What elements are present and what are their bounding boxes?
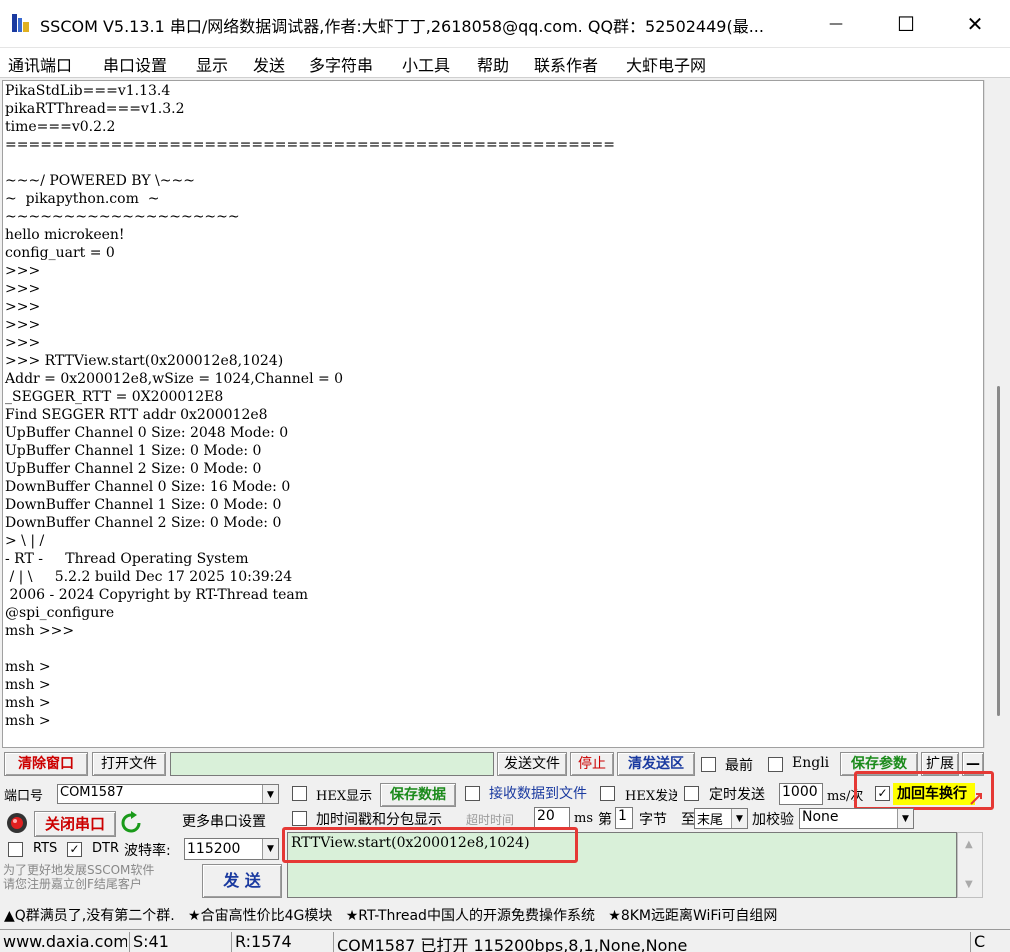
timeout-label: 超时时间 [466, 813, 515, 827]
hex-send-label: HEX发送 [625, 789, 677, 804]
topmost-label: 最前 [725, 758, 753, 774]
receive-area[interactable]: PikaStdLib===v1.13.4 pikaRTThread===v1.3… [2, 80, 984, 748]
interval-input[interactable]: 1000 [779, 783, 823, 805]
close-port-button[interactable]: 关闭串口 [34, 811, 116, 837]
menu-tools[interactable]: 小工具 [402, 52, 450, 76]
maximize-button[interactable]: ☐ [871, 0, 941, 48]
checksum-dropdown-icon[interactable]: ▼ [897, 809, 913, 828]
receive-scrollbar[interactable] [984, 80, 1010, 748]
save-params-button[interactable]: 保存参数 [840, 752, 918, 776]
refresh-icon[interactable] [119, 811, 143, 835]
port-status-icon [7, 813, 27, 833]
minimize-icon: — [829, 16, 843, 32]
window-title: SSCOM V5.13.1 串口/网络数据调试器,作者:大虾丁丁,2618058… [40, 17, 764, 36]
maximize-icon: ☐ [897, 12, 915, 36]
add-crlf-label: 加回车换行 [893, 783, 975, 805]
clear-send-area-button[interactable]: 清发送区 [617, 752, 695, 776]
port-dropdown-icon[interactable]: ▼ [262, 785, 278, 803]
english-checkbox[interactable] [768, 757, 783, 772]
baud-dropdown-icon[interactable]: ▼ [262, 839, 278, 859]
status-cts: C [970, 932, 1010, 952]
send-text: RTTView.start(0x200012e8,1024) [291, 835, 530, 851]
to-label: 至 [681, 812, 695, 828]
scroll-down-icon[interactable]: ▼ [965, 879, 973, 890]
menu-help[interactable]: 帮助 [477, 52, 509, 76]
file-path-field[interactable] [170, 752, 494, 776]
send-text-area[interactable]: RTTView.start(0x200012e8,1024) [287, 832, 957, 898]
timestamp-checkbox[interactable] [292, 811, 307, 826]
end-select[interactable]: 末尾 ▼ [694, 808, 748, 829]
hex-display-checkbox[interactable] [292, 786, 307, 801]
dtr-checkbox[interactable]: ✓ [67, 842, 82, 857]
port-label: 端口号 [4, 789, 44, 804]
end-value: 末尾 [697, 813, 724, 828]
menu-contact-author[interactable]: 联系作者 [534, 52, 598, 76]
hex-display-label: HEX显示 [316, 789, 373, 804]
baud-select[interactable]: 115200 ▼ [184, 838, 279, 860]
baud-label: 波特率: [124, 843, 171, 859]
menu-multi-string[interactable]: 多字符串 [309, 52, 373, 76]
scrollbar-thumb[interactable] [997, 386, 1000, 716]
port-value: COM1587 [60, 785, 124, 800]
menu-send[interactable]: 发送 [253, 52, 285, 76]
status-sent-count: S:41 [129, 932, 228, 952]
recv-to-file-checkbox[interactable] [465, 786, 480, 801]
receive-text: PikaStdLib===v1.13.4 pikaRTThread===v1.3… [5, 83, 615, 729]
byte-prefix-label: 第 [598, 812, 612, 828]
checksum-value: None [802, 809, 839, 825]
crlf-arrow-icon [970, 793, 982, 805]
collapse-button[interactable]: — [962, 752, 984, 776]
timed-send-label: 定时发送 [709, 787, 765, 803]
menu-bar: 通讯端口 串口设置 显示 发送 多字符串 小工具 帮助 联系作者 大虾电子网 [0, 48, 1010, 78]
timeout-input[interactable]: 20 [534, 807, 570, 829]
hex-send-checkbox[interactable] [600, 786, 615, 801]
ad-ticker[interactable]: ▲Q群满员了,没有第二个群. ★合宙高性价比4G模块 ★RT-Thread中国人… [4, 905, 777, 925]
scroll-up-icon[interactable]: ▲ [965, 839, 973, 850]
timed-send-checkbox[interactable] [684, 786, 699, 801]
baud-value: 115200 [187, 841, 241, 857]
byte-label: 字节 [639, 812, 667, 828]
register-promo-text[interactable]: 为了更好地发展SSCOM软件 请您注册嘉立创F结尾客户 [3, 863, 199, 891]
add-crlf-checkbox[interactable]: ✓ [875, 786, 890, 801]
sscom-app-icon [12, 14, 29, 32]
menu-display[interactable]: 显示 [196, 52, 228, 76]
open-file-button[interactable]: 打开文件 [92, 752, 166, 776]
timeout-ms-label: ms [574, 811, 593, 826]
clear-window-button[interactable]: 清除窗口 [4, 752, 88, 776]
save-data-button[interactable]: 保存数据 [380, 783, 456, 807]
minimize-button[interactable]: — [801, 0, 871, 48]
send-button[interactable]: 发 送 [202, 864, 282, 898]
byte-start-input[interactable]: 1 [615, 807, 633, 829]
port-select[interactable]: COM1587 ▼ [57, 784, 279, 804]
close-button[interactable]: ✕ [940, 0, 1010, 48]
end-dropdown-icon[interactable]: ▼ [731, 809, 747, 828]
close-icon: ✕ [966, 12, 984, 36]
status-recv-count: R:1574 [231, 932, 331, 952]
timestamp-label: 加时间戳和分包显示 [316, 812, 442, 828]
status-bar: www.daxia.com S:41 R:1574 COM1587 已打开 11… [0, 929, 1010, 952]
status-port-state: COM1587 已打开 115200bps,8,1,None,None [333, 932, 968, 952]
interval-unit-label: ms/次 [827, 789, 864, 804]
topmost-checkbox[interactable] [701, 757, 716, 772]
title-bar: SSCOM V5.13.1 串口/网络数据调试器,作者:大虾丁丁,2618058… [0, 0, 1010, 48]
send-file-button[interactable]: 发送文件 [497, 752, 567, 776]
send-scrollbar[interactable]: ▲ ▼ [957, 832, 983, 898]
menu-daxia-site[interactable]: 大虾电子网 [626, 52, 706, 76]
dtr-label: DTR [92, 841, 119, 856]
checksum-label: 加校验 [752, 812, 794, 828]
recv-to-file-button[interactable]: 接收数据到文件 [489, 783, 593, 803]
english-label: Engli [792, 755, 830, 771]
more-port-settings-link[interactable]: 更多串口设置 [182, 811, 266, 831]
menu-serial-settings[interactable]: 串口设置 [103, 52, 167, 76]
checksum-select[interactable]: None ▼ [799, 808, 914, 829]
status-website[interactable]: www.daxia.com [0, 932, 127, 952]
rts-label: RTS [33, 841, 58, 856]
stop-button[interactable]: 停止 [570, 752, 614, 776]
menu-comm-port[interactable]: 通讯端口 [8, 52, 72, 76]
rts-checkbox[interactable] [8, 842, 23, 857]
expand-button[interactable]: 扩展 [921, 752, 959, 776]
